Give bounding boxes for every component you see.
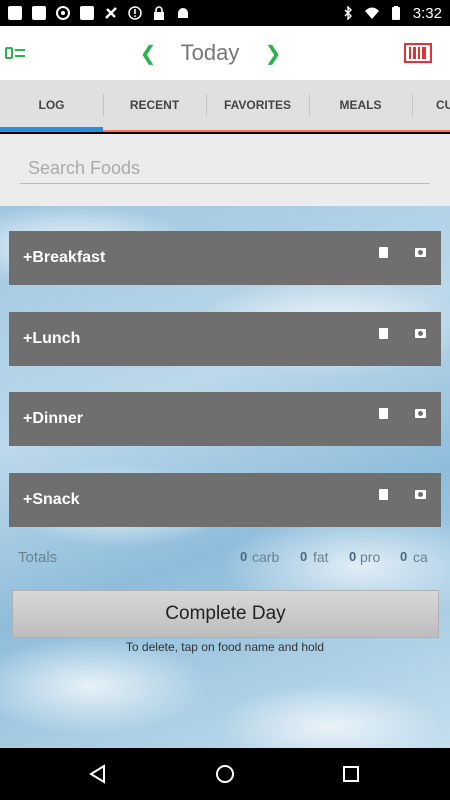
status-bar: 3:32 (0, 0, 450, 26)
lock-icon (152, 6, 166, 20)
facebook-icon (8, 6, 22, 20)
tab-bar: LOG RECENT FAVORITES MEALS CU (0, 80, 450, 132)
protein-value: 0 (349, 549, 357, 564)
meal-row-snack[interactable]: +Snack (9, 473, 441, 527)
food-log-content: +Breakfast +Lunch +Dinner +Snack Totals … (0, 206, 450, 748)
facebook-icon (32, 6, 46, 20)
protein-unit: pro (360, 549, 381, 565)
photo-icon[interactable] (413, 487, 427, 501)
meal-label[interactable]: +Dinner (23, 410, 83, 428)
notification-icons (8, 6, 190, 20)
recent-apps-button[interactable] (339, 762, 363, 786)
tab-custom[interactable]: CU (412, 80, 450, 130)
app-bar: ❮ Today ❯ (0, 26, 450, 80)
bluetooth-icon (341, 5, 355, 21)
chevron-left-icon: ❮ (139, 42, 157, 65)
totals-label: Totals (18, 549, 58, 566)
aperture-icon (56, 6, 70, 20)
chevron-right-icon: ❯ (264, 42, 282, 65)
meal-label[interactable]: +Breakfast (23, 249, 105, 267)
tab-favorites[interactable]: FAVORITES (206, 80, 309, 130)
alert-icon (128, 6, 142, 20)
photo-icon[interactable] (413, 406, 427, 420)
android-icon (176, 6, 190, 20)
wifi-icon (364, 6, 379, 20)
calorie-unit: ca (413, 549, 428, 565)
fat-unit: fat (313, 549, 329, 565)
previous-day-button[interactable]: ❮ (139, 41, 157, 65)
recents-square-icon (343, 766, 359, 782)
totals-row: Totals 0 carb 0 fat 0 pro 0 ca (0, 546, 450, 568)
delete-hint-text: To delete, tap on food name and hold (125, 640, 325, 654)
note-icon[interactable] (376, 326, 390, 340)
meal-row-dinner[interactable]: +Dinner (9, 392, 441, 446)
note-icon[interactable] (376, 245, 390, 259)
next-day-button[interactable]: ❯ (264, 41, 282, 65)
barcode-icon (404, 43, 432, 63)
meal-row-lunch[interactable]: +Lunch (9, 312, 441, 366)
search-section (0, 134, 450, 206)
tab-meals[interactable]: MEALS (309, 80, 412, 130)
drawer-menu-button[interactable] (4, 42, 28, 64)
meal-label[interactable]: +Snack (23, 491, 79, 509)
carb-unit: carb (252, 549, 280, 565)
note-icon[interactable] (376, 406, 390, 420)
home-button[interactable] (213, 762, 237, 786)
back-button[interactable] (86, 762, 110, 786)
clock-time: 3:32 (412, 4, 442, 22)
tools-icon (104, 6, 118, 20)
system-icons: 3:32 (341, 5, 442, 22)
date-title[interactable]: Today (180, 40, 240, 66)
home-circle-icon (216, 765, 234, 783)
meal-row-breakfast[interactable]: +Breakfast (9, 231, 441, 285)
barcode-scan-button[interactable] (400, 40, 436, 66)
photo-icon[interactable] (413, 326, 427, 340)
meal-label[interactable]: +Lunch (23, 330, 80, 348)
tab-recent[interactable]: RECENT (103, 80, 206, 130)
calorie-value[interactable]: 0 (400, 549, 407, 564)
list-menu-icon (5, 47, 25, 59)
search-foods-input[interactable] (20, 154, 430, 184)
system-nav-bar (0, 748, 450, 800)
complete-day-button[interactable]: Complete Day (12, 590, 439, 638)
battery-icon (389, 6, 403, 20)
back-triangle-icon (89, 764, 105, 784)
tab-log[interactable]: LOG (0, 80, 103, 132)
note-icon[interactable] (376, 487, 390, 501)
facebook-icon (80, 6, 94, 20)
carb-value[interactable]: 0 (240, 549, 247, 564)
photo-icon[interactable] (413, 245, 427, 259)
fat-value[interactable]: 0 (300, 549, 307, 564)
